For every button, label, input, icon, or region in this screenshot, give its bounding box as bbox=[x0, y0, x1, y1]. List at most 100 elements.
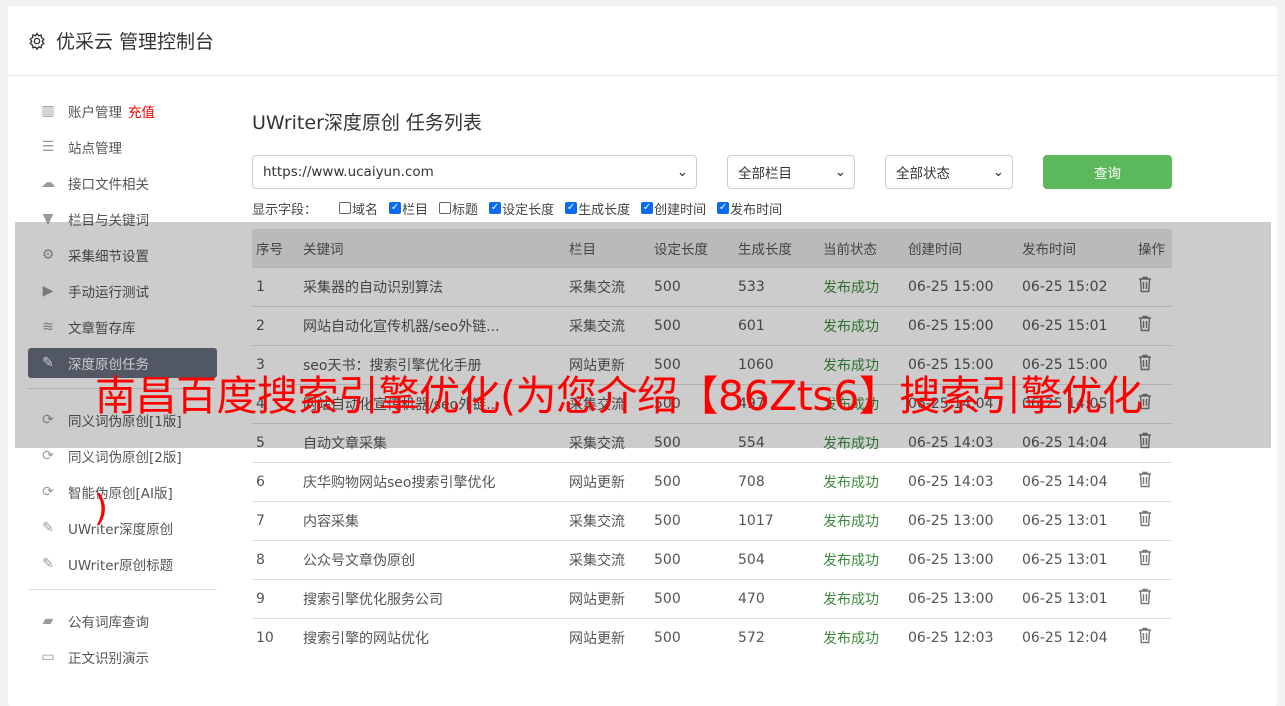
table-cell: 06-25 13:00 bbox=[904, 578, 1018, 618]
table-cell: 采集交流 bbox=[565, 500, 650, 540]
table-cell: 470 bbox=[734, 578, 819, 618]
table-cell: 发布成功 bbox=[819, 578, 904, 618]
table-row: 8 公众号文章伪原创 采集交流 500 504 发布成功 06-25 13:00 06-25 … bbox=[252, 539, 1172, 579]
delete-button[interactable] bbox=[1134, 422, 1172, 462]
table-cell: 1 bbox=[252, 266, 299, 306]
sidebar-item[interactable]: ▥ 账户管理 充值 bbox=[28, 96, 217, 126]
delete-button[interactable] bbox=[1134, 500, 1172, 540]
display-fields: 显示字段： 域名 ✓ 栏目 标题 ✓ 设定长度 ✓ 生成长度 ✓ 创建时间 ✓ 发布时间 bbox=[252, 199, 1172, 218]
trash-icon bbox=[1139, 432, 1151, 449]
delete-button[interactable] bbox=[1134, 539, 1172, 579]
recharge-link[interactable]: 充值 bbox=[128, 101, 155, 121]
checkbox-icon: ✓ bbox=[565, 202, 578, 214]
table-cell: 搜索引擎的网站优化 bbox=[299, 617, 565, 657]
sidebar-item[interactable]: ▼ 栏目与关键词 bbox=[28, 204, 217, 234]
server-icon: ☰ bbox=[41, 139, 55, 155]
refresh-icon: ⟳ bbox=[42, 412, 54, 428]
trash-icon bbox=[1139, 471, 1151, 488]
table-row: 7 内容采集 采集交流 500 1017 发布成功 06-25 13:00 06-25 13:… bbox=[252, 500, 1172, 540]
sidebar-item[interactable]: ☰ 站点管理 bbox=[28, 132, 217, 162]
sidebar-item[interactable]: ✎ UWriter深度原创 bbox=[28, 513, 217, 543]
field-label: 域名 bbox=[352, 202, 379, 218]
table-cell: 发布成功 bbox=[819, 539, 904, 579]
table-cell: 601 bbox=[734, 305, 819, 345]
header: 优采云 管理控制台 bbox=[8, 6, 1277, 76]
table-cell: 采集交流 bbox=[565, 305, 650, 345]
site-select[interactable]: https://www.ucaiyun.com ⌄ bbox=[252, 155, 697, 189]
filter-icon: ▼ bbox=[42, 211, 54, 227]
column-header: 创建时间 bbox=[904, 229, 1018, 267]
checkbox-icon: ✓ bbox=[641, 202, 654, 214]
table-cell: 06-25 15:00 bbox=[904, 266, 1018, 306]
bar-chart-icon: ▥ bbox=[41, 103, 55, 119]
table-cell: 06-25 13:01 bbox=[1018, 500, 1134, 540]
fields-label: 显示字段： bbox=[252, 202, 318, 218]
watermark-text-continued: ) bbox=[94, 488, 109, 529]
sidebar-item[interactable]: ▭ 正文识别演示 bbox=[28, 642, 217, 672]
sidebar-item-label: 公有词库查询 bbox=[68, 615, 149, 631]
table-cell: 06-25 14:03 bbox=[904, 461, 1018, 501]
refresh-icon: ⟳ bbox=[42, 448, 54, 464]
table-cell: 内容采集 bbox=[299, 500, 565, 540]
sidebar-item[interactable]: ☁ 接口文件相关 bbox=[28, 168, 217, 198]
cloud-upload-icon: ☁ bbox=[41, 175, 55, 191]
table-cell: 500 bbox=[650, 539, 734, 579]
table-cell: 网站更新 bbox=[565, 578, 650, 618]
query-button[interactable]: 查询 bbox=[1043, 155, 1172, 189]
sidebar-item[interactable]: ⟳ 同义词伪原创[2版] bbox=[28, 441, 217, 471]
gear-icon bbox=[29, 31, 45, 50]
sidebar-item[interactable]: ⚙ 采集细节设置 bbox=[28, 240, 217, 270]
delete-button[interactable] bbox=[1134, 305, 1172, 345]
table-cell: 10 bbox=[252, 617, 299, 657]
delete-button[interactable] bbox=[1134, 578, 1172, 618]
filter-bar: https://www.ucaiyun.com ⌄ 全部栏目 ⌄ 全部状态 ⌄ 查询 bbox=[252, 155, 1172, 189]
column-select[interactable]: 全部栏目 ⌄ bbox=[727, 155, 855, 189]
status-select[interactable]: 全部状态 ⌄ bbox=[885, 155, 1013, 189]
delete-button[interactable] bbox=[1134, 266, 1172, 306]
page-title: UWriter深度原创 任务列表 bbox=[252, 112, 482, 134]
console-panel: 优采云 管理控制台 ▥ 账户管理 充值 ☰ 站点管理 ☁ 接口文件相关 ▼ 栏目与关键词 ⚙ 采集细… bbox=[8, 6, 1277, 706]
sidebar-item-label: 账户管理 bbox=[68, 105, 122, 121]
field-checkbox[interactable]: 标题 bbox=[439, 199, 478, 218]
field-checkbox[interactable]: ✓ 栏目 bbox=[389, 199, 428, 218]
table-cell: 500 bbox=[650, 578, 734, 618]
field-label: 创建时间 bbox=[654, 202, 707, 218]
table-cell: 06-25 15:02 bbox=[1018, 266, 1134, 306]
field-checkbox[interactable]: ✓ 设定长度 bbox=[489, 199, 554, 218]
table-cell: 500 bbox=[650, 500, 734, 540]
table-cell: 庆华购物网站seo搜索引擎优化 bbox=[299, 461, 565, 501]
table-row: 5 自动文章采集 采集交流 500 554 发布成功 06-25 14:03 06-25 14… bbox=[252, 422, 1172, 462]
table-cell: 5 bbox=[252, 422, 299, 462]
column-header: 操作 bbox=[1134, 229, 1172, 267]
sidebar-item[interactable]: ▶ 手动运行测试 bbox=[28, 276, 217, 306]
table-cell: 网站自动化宣传机器/seo外链... bbox=[299, 305, 565, 345]
sidebar-item[interactable]: ⟳ 智能伪原创[AI版] bbox=[28, 477, 217, 507]
sidebar-item[interactable]: ▰ 公有词库查询 bbox=[28, 606, 217, 636]
field-checkbox[interactable]: 域名 bbox=[339, 199, 378, 218]
table-cell: 发布成功 bbox=[819, 461, 904, 501]
delete-button[interactable] bbox=[1134, 461, 1172, 501]
sidebar-item[interactable]: ≋ 文章暂存库 bbox=[28, 312, 217, 342]
chevron-down-icon: ⌄ bbox=[834, 164, 846, 180]
delete-button[interactable] bbox=[1134, 617, 1172, 657]
watermark-text: 南昌百度搜索引擎优化(为您介绍【86Zts6】搜索引擎优化 bbox=[95, 372, 1143, 420]
table-cell: 06-25 13:01 bbox=[1018, 578, 1134, 618]
table-cell: 采集交流 bbox=[565, 422, 650, 462]
table-cell: 504 bbox=[734, 539, 819, 579]
monitor-icon: ▭ bbox=[41, 649, 55, 665]
table-cell: 发布成功 bbox=[819, 617, 904, 657]
sidebar-item-label: 采集细节设置 bbox=[68, 249, 149, 265]
site-select-value: https://www.ucaiyun.com bbox=[263, 164, 434, 180]
table-cell: 500 bbox=[650, 422, 734, 462]
chevron-down-icon: ⌄ bbox=[992, 164, 1004, 180]
table-cell: 06-25 13:00 bbox=[904, 539, 1018, 579]
field-checkbox[interactable]: ✓ 发布时间 bbox=[717, 199, 782, 218]
field-checkbox[interactable]: ✓ 创建时间 bbox=[641, 199, 706, 218]
checkbox-icon: ✓ bbox=[489, 202, 502, 214]
table-cell: 06-25 13:01 bbox=[1018, 539, 1134, 579]
field-checkbox[interactable]: ✓ 生成长度 bbox=[565, 199, 630, 218]
sidebar-item[interactable]: ✎ UWriter原创标题 bbox=[28, 549, 217, 579]
table-cell: 发布成功 bbox=[819, 305, 904, 345]
checkbox-icon bbox=[439, 202, 452, 214]
table-row: 10 搜索引擎的网站优化 网站更新 500 572 发布成功 06-25 12:03 06-2… bbox=[252, 617, 1172, 657]
